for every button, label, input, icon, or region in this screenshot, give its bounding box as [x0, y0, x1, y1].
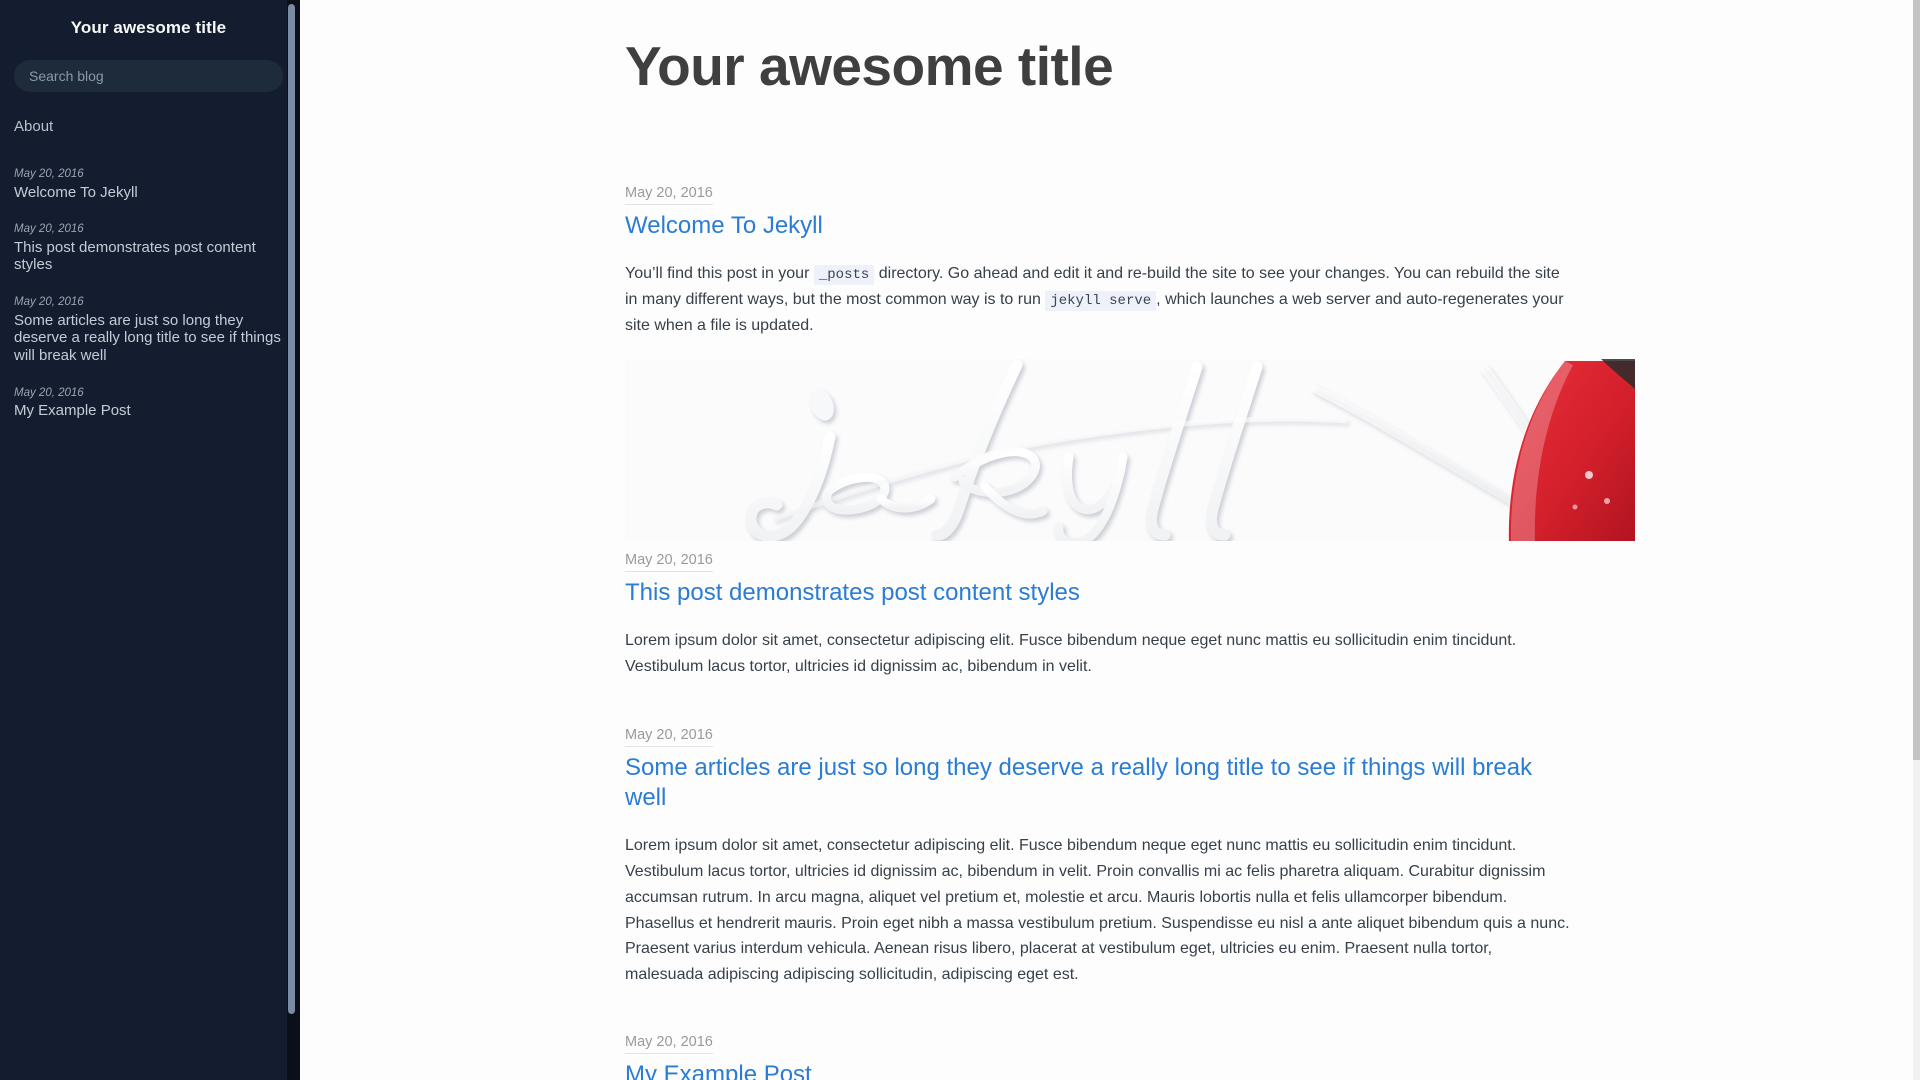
post-title-link[interactable]: My Example Post: [625, 1061, 812, 1080]
sidebar-scrollbar-thumb[interactable]: [288, 4, 295, 1014]
post-feed: May 20, 2016 Welcome To Jekyll You’ll fi…: [300, 184, 1635, 1080]
sidebar-nav: About: [0, 92, 297, 137]
post-title-link[interactable]: Some articles are just so long they dese…: [625, 754, 1532, 811]
post-title-link[interactable]: This post demonstrates post content styl…: [625, 579, 1080, 606]
sidebar-post-date: May 20, 2016: [14, 168, 84, 180]
post-excerpt: Lorem ipsum dolor sit amet, consectetur …: [625, 836, 1570, 984]
post-excerpt: You’ll find this post in your _posts dir…: [625, 261, 1570, 339]
post-text-segment: You’ll find this post in your: [625, 265, 810, 283]
sidebar-post-date: May 20, 2016: [14, 296, 84, 309]
browser-viewport: Your awesome title About May 20, 2016 We…: [0, 0, 1920, 1080]
jekyll-logo-figure: [625, 358, 1635, 541]
jekyll-logo-red-mark: [1503, 358, 1635, 541]
sidebar-post-title: Some articles are just so long they dese…: [14, 311, 281, 364]
post-date: May 20, 2016: [625, 185, 713, 206]
post-title-link[interactable]: Welcome To Jekyll: [625, 212, 823, 239]
sidebar-post-link[interactable]: May 20, 2016 My Example Post: [14, 386, 283, 420]
post-title: Welcome To Jekyll: [625, 211, 1570, 241]
post-item: May 20, 2016 My Example Post Lorem ipsum…: [625, 1033, 1570, 1080]
red-ribbon-icon: [1508, 358, 1635, 541]
search-container: [0, 38, 297, 92]
post-title: This post demonstrates post content styl…: [625, 578, 1570, 608]
main-content: Your awesome title May 20, 2016 Welcome …: [300, 0, 1920, 1080]
sidebar-post-link[interactable]: May 20, 2016 This post demonstrates post…: [14, 222, 283, 274]
post-item: May 20, 2016 Some articles are just so l…: [625, 726, 1570, 988]
sidebar-site-title: Your awesome title: [70, 18, 227, 37]
post-item: May 20, 2016 Welcome To Jekyll You’ll fi…: [625, 184, 1635, 541]
inline-code-jekyll-serve: jekyll serve: [1045, 291, 1157, 312]
sidebar: Your awesome title About May 20, 2016 We…: [0, 0, 297, 1080]
post-date: May 20, 2016: [625, 1034, 713, 1055]
sidebar-post-title: My Example Post: [14, 402, 131, 420]
post-title: My Example Post: [625, 1060, 1570, 1080]
search-input[interactable]: [14, 60, 283, 92]
post-date: May 20, 2016: [625, 552, 713, 572]
sidebar-post-link[interactable]: May 20, 2016 Some articles are just so l…: [14, 295, 283, 365]
sidebar-item-about[interactable]: About: [14, 118, 283, 137]
post-date: May 20, 2016: [625, 727, 713, 747]
sidebar-post-list: May 20, 2016 Welcome To Jekyll May 20, 2…: [0, 137, 297, 420]
sidebar-post-date: May 20, 2016: [14, 386, 84, 399]
page-title: Your awesome title: [625, 35, 1114, 97]
sidebar-post-link[interactable]: May 20, 2016 Welcome To Jekyll: [14, 167, 283, 201]
sidebar-post-date: May 20, 2016: [14, 223, 84, 236]
post-item: May 20, 2016 This post demonstrates post…: [625, 551, 1570, 680]
inline-code-posts: _posts: [813, 265, 875, 286]
post-excerpt: Lorem ipsum dolor sit amet, consectetur …: [625, 631, 1517, 675]
jekyll-script-emboss-icon: [625, 358, 1635, 541]
page-scrollbar-thumb[interactable]: [1913, 0, 1920, 760]
sidebar-post-title: This post demonstrates post content styl…: [14, 238, 256, 274]
post-title: Some articles are just so long they dese…: [625, 753, 1570, 813]
sidebar-post-title: Welcome To Jekyll: [14, 183, 138, 201]
